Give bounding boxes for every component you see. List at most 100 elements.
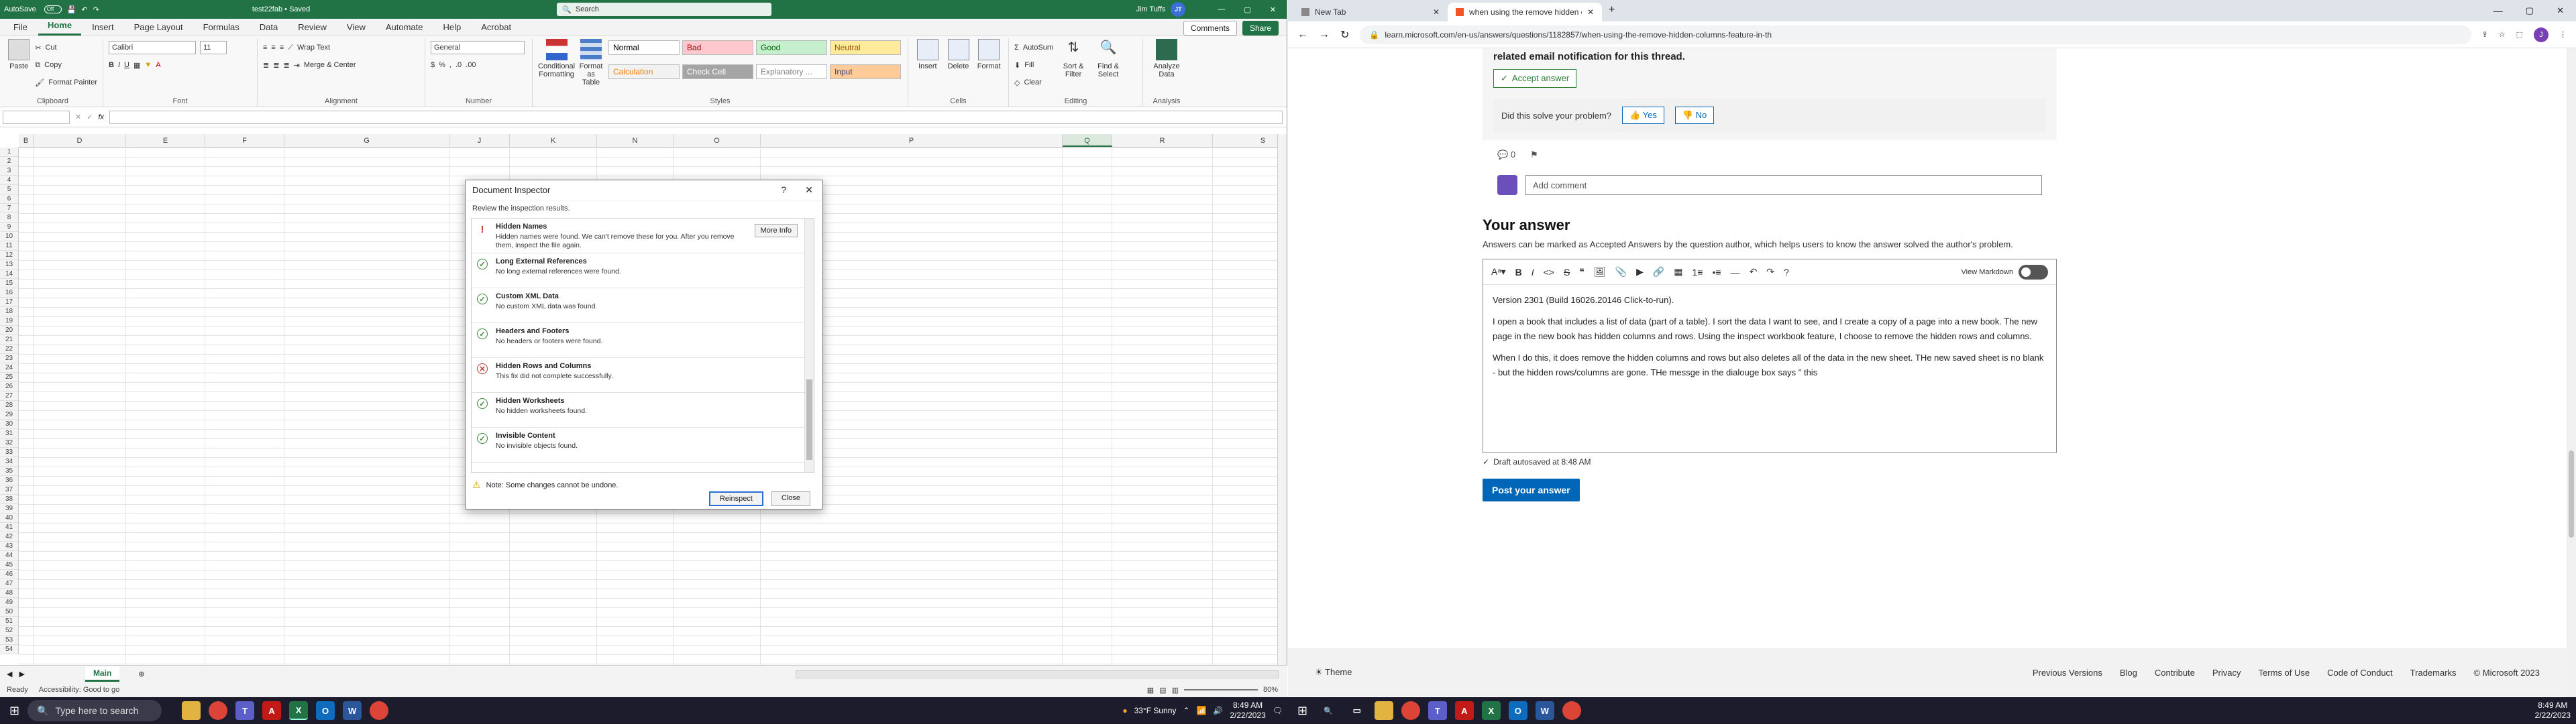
cell-style-explanatory[interactable]: Explanatory ...	[756, 64, 827, 79]
redo-icon[interactable]: ↷	[1766, 266, 1774, 278]
conditional-formatting-button[interactable]: Conditional Formatting	[538, 39, 575, 86]
cancel-icon[interactable]: ✕	[75, 113, 81, 121]
normal-view-icon[interactable]: ▦	[1147, 686, 1154, 695]
accept-answer-button[interactable]: ✓ Accept answer	[1493, 69, 1577, 88]
increase-decimal-icon[interactable]: .0	[455, 61, 462, 69]
chrome-icon-4[interactable]	[1562, 701, 1581, 720]
currency-icon[interactable]: $	[431, 61, 435, 69]
row-header[interactable]: 15	[0, 279, 18, 288]
outlook-icon-2[interactable]: O	[1508, 701, 1527, 720]
page-layout-icon[interactable]: ▤	[1159, 686, 1166, 695]
zoom-level[interactable]: 80%	[1263, 686, 1278, 694]
numbered-list-icon[interactable]: 1≡	[1693, 267, 1703, 278]
row-header[interactable]: 31	[0, 429, 18, 438]
row-header[interactable]: 16	[0, 288, 18, 298]
align-top-icon[interactable]: ≡	[263, 44, 267, 52]
tab-close-icon[interactable]: ✕	[1587, 7, 1594, 17]
row-header[interactable]: 39	[0, 504, 18, 514]
search-box[interactable]: 🔍 Search	[557, 3, 772, 16]
menu-icon[interactable]: ⋮	[2559, 30, 2567, 39]
row-header[interactable]: 6	[0, 194, 18, 204]
tab-insert[interactable]: Insert	[83, 19, 123, 36]
quote-icon[interactable]: ❝	[1579, 266, 1585, 278]
decrease-decimal-icon[interactable]: .00	[466, 61, 476, 69]
row-header[interactable]: 50	[0, 607, 18, 617]
font-size-select[interactable]: 11	[200, 41, 227, 54]
reload-icon[interactable]: ↻	[1340, 28, 1349, 42]
insert-cells-button[interactable]: Insert	[914, 39, 942, 70]
row-header[interactable]: 19	[0, 316, 18, 326]
row-header[interactable]: 34	[0, 457, 18, 467]
file-explorer-icon[interactable]	[182, 701, 201, 720]
row-header[interactable]: 51	[0, 617, 18, 626]
tab-page-layout[interactable]: Page Layout	[125, 19, 193, 36]
column-header-k[interactable]: K	[510, 134, 597, 147]
fill-color-icon[interactable]: ▼	[144, 61, 152, 69]
row-header[interactable]: 8	[0, 213, 18, 223]
zoom-slider[interactable]	[1183, 689, 1258, 690]
forward-icon[interactable]: →	[1319, 29, 1330, 41]
row-header[interactable]: 4	[0, 176, 18, 185]
tab-help[interactable]: Help	[434, 19, 471, 36]
save-icon[interactable]: 💾	[67, 5, 76, 14]
fx-icon[interactable]: fx	[98, 113, 104, 121]
align-left-icon[interactable]: ≣	[263, 61, 269, 70]
comments-button[interactable]: Comments	[1183, 21, 1237, 36]
horizontal-scrollbar[interactable]	[795, 670, 1279, 678]
new-tab-icon[interactable]: +	[1609, 4, 1615, 16]
tray-chevron-icon[interactable]: ⌃	[1183, 706, 1189, 715]
add-comment-input[interactable]: Add comment	[1525, 175, 2042, 195]
bold-icon[interactable]: B	[109, 61, 114, 69]
cell-style-good[interactable]: Good	[756, 40, 827, 55]
column-header-r[interactable]: R	[1112, 134, 1213, 147]
number-format-select[interactable]: General	[431, 41, 525, 54]
chrome-icon-3[interactable]	[1401, 701, 1420, 720]
link-icon[interactable]: 🔗	[1653, 266, 1664, 278]
column-header-n[interactable]: N	[597, 134, 674, 147]
teams-icon-2[interactable]: T	[1428, 701, 1447, 720]
cell-style-normal[interactable]: Normal	[608, 40, 680, 55]
footer-link[interactable]: Privacy	[2212, 668, 2241, 678]
align-right-icon[interactable]: ≣	[283, 61, 289, 70]
row-header[interactable]: 23	[0, 354, 18, 363]
maximize-icon[interactable]: ▢	[2526, 5, 2534, 16]
row-header[interactable]: 32	[0, 438, 18, 448]
align-middle-icon[interactable]: ≡	[271, 44, 275, 52]
minimize-icon[interactable]: —	[2493, 5, 2503, 16]
close-button[interactable]: Close	[771, 491, 810, 506]
row-header[interactable]: 26	[0, 382, 18, 391]
font-color-icon[interactable]: A	[156, 61, 160, 69]
row-header[interactable]: 42	[0, 532, 18, 542]
profile-avatar[interactable]: J	[2534, 27, 2548, 42]
clock[interactable]: 8:49 AM 2/22/2023	[1230, 701, 1265, 721]
font-name-select[interactable]: Calibri	[109, 41, 196, 54]
row-header[interactable]: 27	[0, 391, 18, 401]
cell-style-input[interactable]: Input	[830, 64, 901, 79]
sheet-tab-main[interactable]: Main	[85, 666, 120, 682]
user-avatar[interactable]: JT	[1171, 2, 1186, 17]
row-header[interactable]: 9	[0, 223, 18, 232]
row-header[interactable]: 36	[0, 476, 18, 485]
redo-icon[interactable]: ↷	[93, 5, 99, 14]
footer-link[interactable]: Trademarks	[2410, 668, 2457, 678]
footer-link[interactable]: Terms of Use	[2259, 668, 2310, 678]
network-icon[interactable]: 📶	[1196, 706, 1206, 715]
horizontal-rule-icon[interactable]: —	[1731, 267, 1740, 278]
row-header[interactable]: 30	[0, 420, 18, 429]
merge-center-button[interactable]: Merge & Center	[304, 61, 356, 69]
maximize-icon[interactable]: ▢	[1244, 5, 1250, 14]
weather-icon[interactable]: ●	[1122, 706, 1127, 715]
clock-2[interactable]: 8:49 AM 2/22/2023	[2535, 701, 2571, 721]
row-header[interactable]: 21	[0, 335, 18, 345]
cell-style-neutral[interactable]: Neutral	[830, 40, 901, 55]
cell-style-bad[interactable]: Bad	[682, 40, 753, 55]
row-header[interactable]: 37	[0, 485, 18, 495]
row-header[interactable]: 53	[0, 636, 18, 645]
image-icon[interactable]: 🖼	[1594, 266, 1606, 278]
footer-link[interactable]: Previous Versions	[2033, 668, 2102, 678]
cell-style-calculation[interactable]: Calculation	[608, 64, 680, 79]
wrap-text-button[interactable]: Wrap Text	[297, 44, 330, 52]
post-answer-button[interactable]: Post your answer	[1483, 479, 1580, 501]
word-icon[interactable]: W	[343, 701, 362, 720]
clear-button[interactable]: ◇ Clear	[1014, 74, 1053, 91]
